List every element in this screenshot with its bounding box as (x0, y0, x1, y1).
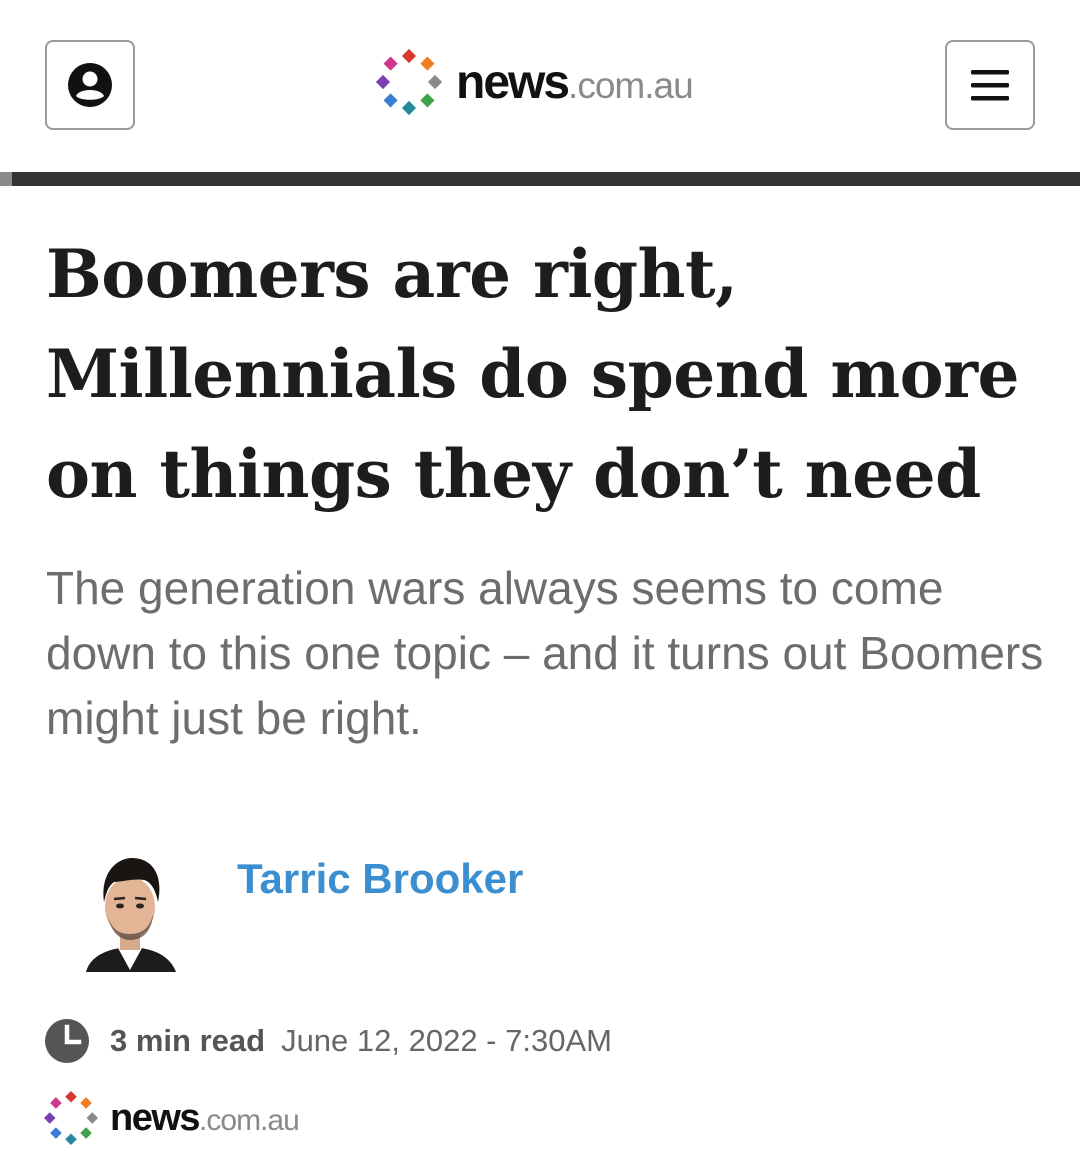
logo-dot (401, 100, 417, 116)
logo-dot (50, 1127, 62, 1139)
logo-news-text: news (110, 1096, 201, 1139)
logo-news-text: news (456, 55, 570, 109)
site-header: news .com.au (0, 0, 1080, 172)
logo-dot (80, 1097, 92, 1109)
logo-dots-icon (376, 48, 442, 116)
read-time: 3 min read (110, 1023, 266, 1058)
logo-dot (420, 56, 435, 71)
article-headline: Boomers are right, Millennials do spend … (46, 235, 1019, 513)
logo-dot (80, 1127, 92, 1139)
logo-dot (44, 1112, 56, 1124)
publish-date: June 12, 2022 - 7:30AM (281, 1023, 612, 1058)
logo-domain-text: .com.au (568, 64, 694, 106)
logo-dot (50, 1097, 62, 1109)
account-button[interactable] (45, 40, 135, 130)
logo-domain-text: .com.au (199, 1103, 300, 1137)
logo-dot (427, 74, 442, 90)
logo-dot (65, 1090, 77, 1103)
clock-icon (45, 1019, 89, 1063)
article-standfirst: The generation wars always seems to come… (46, 562, 1044, 744)
menu-button[interactable] (945, 40, 1035, 130)
header-divider (0, 172, 1080, 186)
logo-dot (401, 48, 417, 64)
logo-dot (376, 74, 391, 90)
article-meta: 3 min read June 12, 2022 - 7:30AM (44, 1016, 612, 1066)
account-circle-icon (68, 63, 112, 107)
hamburger-menu-icon (971, 70, 1009, 101)
source-logo[interactable]: news .com.au (44, 1088, 300, 1148)
logo-dot (383, 93, 398, 108)
author-avatar[interactable] (72, 852, 188, 972)
logo-dot (383, 56, 398, 71)
header-divider-accent (0, 172, 12, 186)
logo-dot (86, 1112, 98, 1124)
logo-dot (420, 93, 435, 108)
logo-dots-icon (44, 1090, 98, 1146)
logo-dot (65, 1133, 77, 1146)
site-logo[interactable]: news .com.au (376, 47, 694, 117)
author-name-link[interactable]: Tarric Brooker (237, 855, 523, 903)
